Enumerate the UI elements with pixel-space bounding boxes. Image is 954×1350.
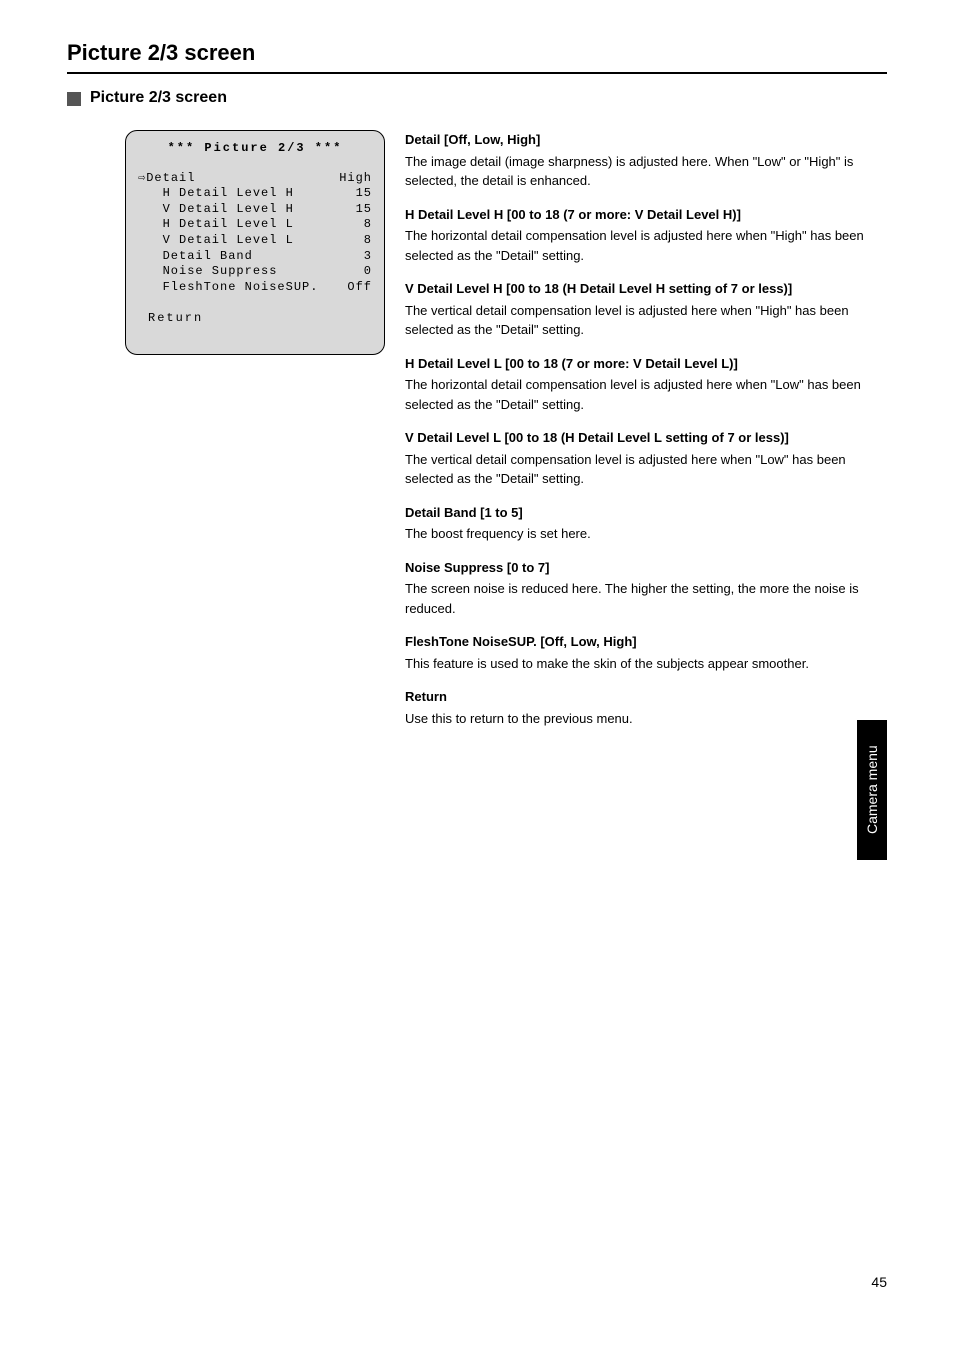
description-block: Detail [Off, Low, High]The image detail … (405, 130, 880, 191)
description-title: FleshTone NoiseSUP. [Off, Low, High] (405, 632, 880, 652)
menu-row[interactable]: V Detail Level L 8 (138, 233, 372, 249)
page-title: Picture 2/3 screen (67, 40, 255, 66)
menu-item-value: 8 (332, 217, 372, 233)
descriptions: Detail [Off, Low, High]The image detail … (405, 130, 880, 742)
description-title: Noise Suppress [0 to 7] (405, 558, 880, 578)
menu-item-value: 0 (332, 264, 372, 280)
menu-item-label: Detail Band (138, 249, 253, 265)
menu-item-value: High (332, 171, 372, 187)
description-block: H Detail Level L [00 to 18 (7 or more: V… (405, 354, 880, 415)
description-text: This feature is used to make the skin of… (405, 654, 880, 674)
menu-item-value: 15 (332, 186, 372, 202)
description-title: H Detail Level L [00 to 18 (7 or more: V… (405, 354, 880, 374)
description-title: H Detail Level H [00 to 18 (7 or more: V… (405, 205, 880, 225)
menu-row[interactable]: FleshTone NoiseSUP. Off (138, 280, 372, 296)
description-text: Use this to return to the previous menu. (405, 709, 880, 729)
menu-row[interactable]: H Detail Level H 15 (138, 186, 372, 202)
description-title: Detail Band [1 to 5] (405, 503, 880, 523)
description-block: H Detail Level H [00 to 18 (7 or more: V… (405, 205, 880, 266)
side-tab: Camera menu (857, 720, 887, 860)
menu-item-label: ⇨Detail (138, 171, 195, 187)
description-title: V Detail Level H [00 to 18 (H Detail Lev… (405, 279, 880, 299)
description-text: The boost frequency is set here. (405, 524, 880, 544)
description-text: The image detail (image sharpness) is ad… (405, 152, 880, 191)
menu-item-label: H Detail Level L (138, 217, 294, 233)
menu-row[interactable]: H Detail Level L 8 (138, 217, 372, 233)
description-block: FleshTone NoiseSUP. [Off, Low, High]This… (405, 632, 880, 673)
description-block: V Detail Level H [00 to 18 (H Detail Lev… (405, 279, 880, 340)
menu-row[interactable]: Detail Band 3 (138, 249, 372, 265)
menu-return[interactable]: Return (138, 311, 203, 325)
description-block: Noise Suppress [0 to 7]The screen noise … (405, 558, 880, 619)
menu-row[interactable]: ⇨Detail High (138, 171, 372, 187)
menu-item-label: Noise Suppress (138, 264, 277, 280)
description-block: V Detail Level L [00 to 18 (H Detail Lev… (405, 428, 880, 489)
description-text: The horizontal detail compensation level… (405, 375, 880, 414)
description-text: The vertical detail compensation level i… (405, 450, 880, 489)
description-title: Detail [Off, Low, High] (405, 130, 880, 150)
menu-item-label: H Detail Level H (138, 186, 294, 202)
description-text: The horizontal detail compensation level… (405, 226, 880, 265)
menu-row[interactable]: V Detail Level H 15 (138, 202, 372, 218)
description-title: V Detail Level L [00 to 18 (H Detail Lev… (405, 428, 880, 448)
description-text: The vertical detail compensation level i… (405, 301, 880, 340)
description-block: ReturnUse this to return to the previous… (405, 687, 880, 728)
menu-item-value: 8 (332, 233, 372, 249)
menu-item-label: V Detail Level H (138, 202, 294, 218)
description-text: The screen noise is reduced here. The hi… (405, 579, 880, 618)
menu-item-label: V Detail Level L (138, 233, 294, 249)
menu-panel: *** Picture 2/3 *** ⇨Detail High H Detail… (125, 130, 385, 355)
menu-item-value: 3 (332, 249, 372, 265)
menu-title: *** Picture 2/3 *** (138, 141, 372, 157)
header-rule (67, 72, 887, 74)
section-heading: Picture 2/3 screen (90, 89, 227, 107)
menu-item-value: Off (332, 280, 372, 296)
description-title: Return (405, 687, 880, 707)
section-bullet-icon (67, 92, 81, 106)
menu-item-label: FleshTone NoiseSUP. (138, 280, 318, 296)
page-number: 45 (871, 1274, 887, 1290)
description-block: Detail Band [1 to 5]The boost frequency … (405, 503, 880, 544)
menu-item-value: 15 (332, 202, 372, 218)
menu-row[interactable]: Noise Suppress 0 (138, 264, 372, 280)
